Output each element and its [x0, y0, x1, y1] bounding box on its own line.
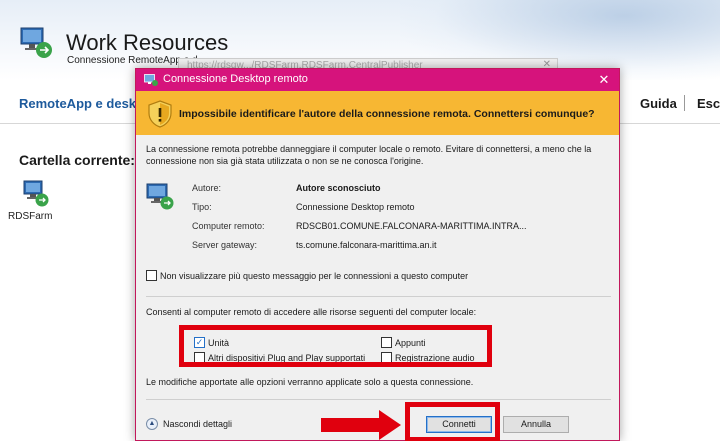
current-folder-label: Cartella corrente: / — [19, 152, 143, 168]
page-title: Work Resources — [66, 30, 229, 55]
hide-details-link[interactable]: Nascondi dettagli — [163, 419, 232, 429]
resource-label-rdsfarm[interactable]: RDSFarm — [8, 211, 52, 222]
annotation-arrow-head — [379, 410, 401, 440]
dont-ask-label[interactable]: Non visualizzare più questo messaggio pe… — [160, 271, 468, 281]
section-divider — [146, 296, 611, 297]
dialog-title: Connessione Desktop remoto — [163, 73, 308, 85]
detail-value-gateway: ts.comune.falconara-marittima.an.it — [296, 240, 437, 250]
security-intro-text: La connessione remota potrebbe danneggia… — [146, 144, 592, 166]
remote-desktop-dialog: Connessione Desktop remoto ✕ Impossibile… — [135, 68, 620, 441]
tab-remoteapp[interactable]: RemoteApp e deskto — [19, 96, 148, 111]
cancel-button[interactable]: Annulla — [503, 416, 569, 433]
footer-divider — [146, 399, 611, 400]
detail-label-author: Autore: — [192, 183, 222, 193]
detail-label-type: Tipo: — [192, 202, 212, 212]
nav-divider — [684, 95, 685, 111]
detail-value-type: Connessione Desktop remoto — [296, 202, 415, 212]
dont-ask-checkbox[interactable] — [146, 270, 157, 281]
annotation-arrow-shaft — [321, 418, 379, 432]
options-note: Le modifiche apportate alle opzioni verr… — [146, 377, 474, 387]
close-icon[interactable]: ✕ — [594, 71, 614, 89]
detail-label-remote-computer: Computer remoto: — [192, 221, 265, 231]
remote-computer-icon — [146, 183, 174, 210]
dialog-titlebar: Connessione Desktop remoto ✕ — [136, 69, 619, 91]
annotation-highlight-resources — [179, 325, 492, 367]
detail-value-remote-computer: RDSCB01.COMUNE.FALCONARA-MARITTIMA.INTRA… — [296, 221, 527, 231]
warning-banner: Impossibile identificare l'autore della … — [136, 91, 619, 135]
detail-label-gateway: Server gateway: — [192, 240, 258, 250]
remote-desktop-icon[interactable] — [22, 178, 50, 208]
warning-message: Impossibile identificare l'autore della … — [179, 108, 595, 120]
remote-desktop-icon — [144, 74, 158, 86]
help-link[interactable]: Guida — [640, 96, 677, 111]
resources-section-title: Consenti al computer remoto di accedere … — [146, 307, 477, 317]
detail-value-author: Autore sconosciuto — [296, 183, 381, 193]
collapse-details-icon[interactable]: ▲ — [146, 418, 158, 430]
remote-desktop-app-icon — [20, 27, 52, 58]
logout-link[interactable]: Esci — [697, 96, 720, 111]
annotation-highlight-connect — [405, 402, 500, 441]
warning-shield-icon — [148, 100, 172, 128]
